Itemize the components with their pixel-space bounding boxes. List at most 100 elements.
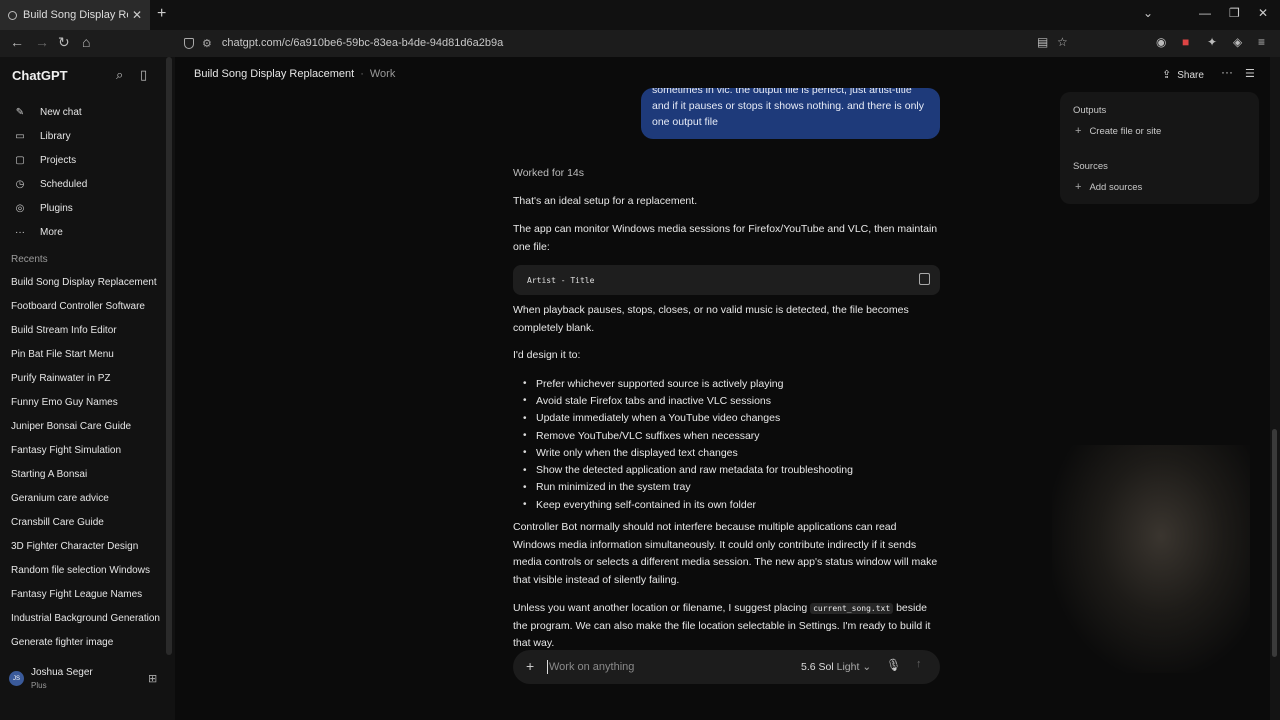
panel-toggle-icon[interactable]: ☰: [1245, 67, 1255, 80]
main-scrollbar[interactable]: [1270, 57, 1280, 720]
add-sources-button[interactable]: + Add sources: [1075, 181, 1142, 193]
new-tab-button[interactable]: +: [157, 5, 166, 23]
copy-icon[interactable]: [919, 273, 930, 285]
sidebar-nav: ✎ New chat ▭ Library ▢ Projects ◷ Scheduled …: [0, 100, 170, 244]
close-tab-icon[interactable]: ✕: [132, 8, 142, 22]
back-icon[interactable]: ←: [10, 34, 24, 50]
bookmark-icon[interactable]: ▤: [1037, 35, 1048, 49]
list-item[interactable]: Juniper Bonsai Care Guide: [0, 414, 170, 438]
permissions-icon[interactable]: ⚙: [202, 37, 212, 50]
extensions-icon[interactable]: ✦: [1207, 35, 1217, 49]
sidebar-item-projects[interactable]: ▢ Projects: [0, 148, 170, 172]
response-paragraph: Controller Bot normally should not inter…: [513, 521, 938, 586]
project-name[interactable]: Work: [370, 68, 395, 80]
inline-code: current_song.txt: [810, 603, 894, 614]
list-item[interactable]: Random file selection Windows: [0, 558, 170, 582]
code-block: Artist - Title: [513, 265, 940, 295]
tab-list-chevron-icon[interactable]: ⌄: [1143, 6, 1153, 20]
apps-grid-icon[interactable]: ⊞: [148, 672, 157, 685]
browser-navbar: ← → ↻ ⌂ ⚙ chatgpt.com/c/6a910be6-59bc-83…: [0, 30, 1280, 57]
create-file-button[interactable]: + Create file or site: [1075, 125, 1161, 137]
microphone-icon[interactable]: 🎙: [886, 658, 901, 672]
list-item[interactable]: Pin Bat File Start Menu: [0, 342, 170, 366]
page-title: Build Song Display Replacement · Work: [194, 68, 395, 80]
plus-icon: +: [1075, 181, 1082, 193]
message-line: one output file: [652, 116, 718, 128]
edit-icon: ✎: [15, 106, 25, 118]
sidebar-item-new-chat[interactable]: ✎ New chat: [0, 100, 170, 124]
clock-icon: ◷: [15, 178, 25, 190]
list-item: • Update immediately when a YouTube video…: [523, 412, 781, 425]
scrollbar-thumb[interactable]: [1272, 429, 1277, 657]
brand-title[interactable]: ChatGPT: [12, 68, 68, 83]
list-item[interactable]: Build Stream Info Editor: [0, 318, 170, 342]
response-paragraph: That's an ideal setup for a replacement.: [513, 195, 698, 207]
worked-duration[interactable]: Worked for 14s: [513, 167, 584, 179]
close-window-icon[interactable]: ✕: [1258, 6, 1268, 20]
user-plan: Plus: [31, 681, 47, 690]
url-text[interactable]: chatgpt.com/c/6a910be6-59bc-83ea-b4de-94…: [222, 37, 503, 49]
list-item: • Run minimized in the system tray: [523, 481, 691, 494]
prompt-input[interactable]: [549, 657, 779, 677]
list-item[interactable]: Geranium care advice: [0, 486, 170, 510]
sidebar-item-more[interactable]: ··· More: [0, 220, 170, 244]
home-icon[interactable]: ⌂: [82, 34, 90, 50]
response-paragraph: The app can monitor Windows media sessio…: [513, 223, 938, 253]
folder-icon: ▢: [15, 154, 25, 166]
list-item[interactable]: Cransbill Care Guide: [0, 510, 170, 534]
outputs-heading: Outputs: [1073, 105, 1107, 116]
shield-icon[interactable]: [184, 37, 194, 49]
sidebar-item-plugins[interactable]: ◎ Plugins: [0, 196, 170, 220]
plugin-icon: ◎: [15, 202, 25, 214]
sidebar-toggle-icon[interactable]: ▯: [140, 67, 147, 83]
code-text: Artist - Title: [527, 276, 595, 285]
bullet-list: • Prefer whichever supported source is ac…: [523, 375, 953, 513]
chatgpt-favicon-icon: [8, 10, 17, 20]
address-bar[interactable]: ⚙ chatgpt.com/c/6a910be6-59bc-83ea-b4de-…: [174, 32, 1074, 54]
star-icon[interactable]: ☆: [1057, 35, 1068, 49]
list-item[interactable]: Purify Rainwater in PZ: [0, 366, 170, 390]
list-item[interactable]: Funny Emo Guy Names: [0, 390, 170, 414]
sidebar-item-library[interactable]: ▭ Library: [0, 124, 170, 148]
add-attachment-icon[interactable]: +: [526, 658, 534, 674]
list-item[interactable]: Fantasy Fight League Names: [0, 582, 170, 606]
sidebar-scrollbar[interactable]: [166, 57, 172, 655]
profile-icon[interactable]: ◈: [1233, 35, 1242, 49]
share-button[interactable]: ⇪ Share: [1162, 68, 1204, 81]
chat-title[interactable]: Build Song Display Replacement: [194, 68, 354, 80]
response-paragraph: I'd design it to:: [513, 349, 581, 361]
model-selector[interactable]: 5.6 Sol Light ⌄: [801, 661, 871, 673]
forward-icon[interactable]: →: [35, 34, 49, 50]
list-item[interactable]: Starting A Bonsai: [0, 462, 170, 486]
list-item[interactable]: Build Song Display Replacement: [0, 270, 170, 294]
chat-header: Build Song Display Replacement · Work ⇪ Sha…: [175, 57, 1280, 91]
avatar[interactable]: JS: [9, 671, 24, 686]
list-item[interactable]: Fantasy Fight Simulation: [0, 438, 170, 462]
composer: + 5.6 Sol Light ⌄ 🎙 ↑: [513, 650, 940, 684]
list-item: • Prefer whichever supported source is ac…: [523, 377, 784, 390]
list-item[interactable]: Generate fighter image: [0, 630, 170, 654]
recents-heading[interactable]: Recents: [11, 254, 48, 265]
minimize-icon[interactable]: —: [1199, 6, 1211, 20]
list-item[interactable]: Industrial Background Generation: [0, 606, 170, 630]
sidebar-item-scheduled[interactable]: ◷ Scheduled: [0, 172, 170, 196]
response-paragraph: Unless you want another location or file…: [513, 600, 941, 653]
list-item[interactable]: Footboard Controller Software: [0, 294, 170, 318]
reload-icon[interactable]: ↻: [58, 34, 70, 51]
account-icon[interactable]: ◉: [1156, 35, 1166, 49]
extension-badge-icon[interactable]: ■: [1182, 35, 1189, 49]
list-item: • Show the detected application and raw m…: [523, 464, 853, 477]
menu-icon[interactable]: ≡: [1258, 35, 1265, 49]
message-line: and if it pauses or stops it shows nothi…: [652, 100, 924, 112]
maximize-icon[interactable]: ❐: [1229, 6, 1240, 20]
search-icon[interactable]: ⌕: [116, 67, 123, 83]
user-profile[interactable]: JS Joshua Seger Plus ⊞: [0, 657, 175, 697]
list-item: • Keep everything self-contained in its o…: [523, 498, 757, 511]
list-item[interactable]: 3D Fighter Character Design: [0, 534, 170, 558]
send-icon[interactable]: ↑: [916, 658, 922, 670]
sources-heading: Sources: [1073, 161, 1108, 172]
more-options-icon[interactable]: ···: [1221, 65, 1233, 79]
browser-tab[interactable]: Build Song Display Replacement ✕: [0, 0, 150, 30]
response-paragraph: When playback pauses, stops, closes, or …: [513, 304, 909, 334]
outputs-panel: Outputs + Create file or site Sources + Ad…: [1060, 92, 1259, 204]
